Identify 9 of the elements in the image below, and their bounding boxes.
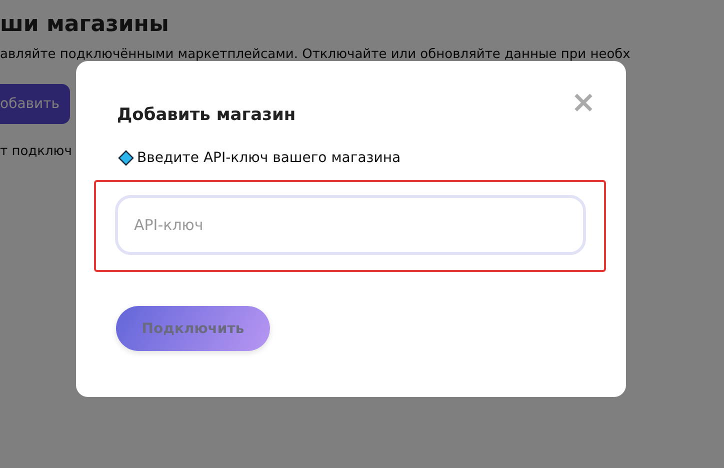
add-button[interactable]: обавить — [0, 84, 70, 124]
page-subtitle: авляйте подключёнными маркетплейсами. Отключайте или обновляйте данные при необх — [0, 47, 630, 62]
page-title: ши магазины — [0, 12, 169, 37]
page-note: т подключ — [0, 144, 72, 159]
dialog-title: Добавить магазин — [117, 105, 296, 125]
api-key-field[interactable]: API-ключ — [115, 195, 586, 255]
close-button[interactable]: × — [570, 91, 596, 115]
field-label: Введите API-ключ вашего магазина — [137, 150, 401, 166]
diamond-icon — [118, 150, 134, 166]
